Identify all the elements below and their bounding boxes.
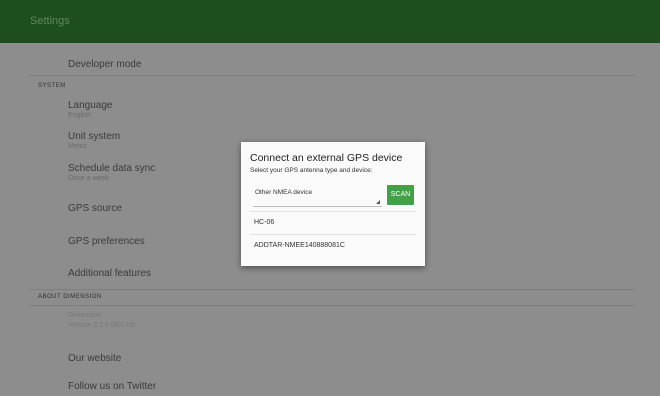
dropdown-arrow-icon	[376, 200, 380, 204]
setting-title: Dimension	[68, 312, 102, 319]
app-bar: Settings	[0, 0, 660, 43]
divider	[28, 75, 636, 76]
divider	[28, 289, 636, 290]
setting-version: Dimension Version 2.2.0 (60179)	[0, 310, 660, 336]
connect-gps-dialog: Connect an external GPS device Select yo…	[241, 142, 425, 266]
divider	[250, 234, 416, 235]
setting-additional-features[interactable]: Additional features	[0, 263, 660, 283]
dropdown-underline	[253, 206, 382, 207]
setting-title: Unit system	[68, 131, 121, 142]
setting-language[interactable]: Language English	[0, 97, 660, 123]
setting-summary: English	[68, 112, 91, 119]
setting-title: Schedule data sync	[68, 163, 156, 174]
device-name: HC-06	[254, 219, 275, 226]
scan-button[interactable]: SCAN	[387, 185, 414, 205]
device-item[interactable]: HC-06	[241, 211, 425, 235]
setting-summary: Version 2.2.0 (60179)	[68, 322, 135, 329]
setting-title: Language	[68, 100, 113, 111]
setting-title: Developer mode	[68, 59, 142, 70]
device-item[interactable]: ADDTAR-NMEE140888081C	[241, 234, 425, 258]
setting-title: GPS preferences	[68, 236, 145, 247]
section-header-about: ABOUT DIMENSION	[38, 294, 102, 300]
setting-title: Follow us on Twitter	[68, 381, 157, 392]
setting-summary: Metric	[68, 143, 88, 150]
setting-developer-mode[interactable]: Developer mode	[0, 55, 660, 75]
setting-summary: Once a week	[68, 175, 109, 182]
section-header-system: SYSTEM	[38, 83, 66, 89]
divider	[28, 305, 636, 306]
dialog-subtitle: Select your GPS antenna type and device:	[250, 167, 373, 174]
device-name: ADDTAR-NMEE140888081C	[254, 242, 345, 249]
app-bar-title: Settings	[30, 15, 70, 27]
dialog-title: Connect an external GPS device	[250, 152, 403, 164]
setting-title: Our website	[68, 353, 122, 364]
setting-title: GPS source	[68, 203, 122, 214]
antenna-type-value: Other NMEA device	[255, 189, 313, 196]
setting-our-website[interactable]: Our website	[0, 348, 660, 368]
antenna-type-dropdown[interactable]: Other NMEA device	[250, 185, 382, 207]
divider	[250, 211, 416, 212]
setting-follow-twitter[interactable]: Follow us on Twitter	[0, 376, 660, 396]
setting-title: Additional features	[68, 268, 151, 279]
